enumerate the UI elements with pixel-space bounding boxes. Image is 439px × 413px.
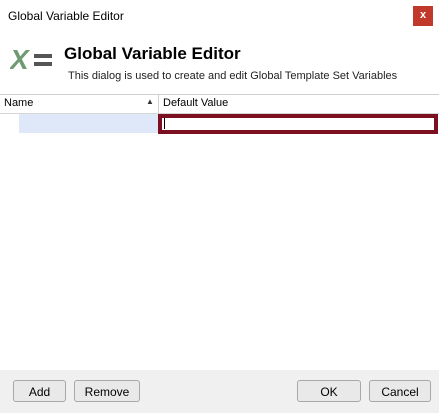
variable-x-equals-icon: X — [10, 44, 52, 74]
svg-text:X: X — [10, 44, 31, 74]
column-header-default-value[interactable]: Default Value — [159, 95, 439, 113]
close-icon: x — [419, 9, 427, 21]
name-cell[interactable] — [19, 114, 159, 133]
dialog-subtitle: This dialog is used to create and edit G… — [68, 70, 398, 82]
text-caret — [164, 118, 165, 129]
dialog-heading: Global Variable Editor — [64, 44, 241, 63]
button-bar: Add Remove OK Cancel — [0, 370, 439, 413]
sort-ascending-icon: ▲ — [146, 97, 154, 106]
title-bar: Global Variable Editor x — [0, 0, 439, 32]
add-button[interactable]: Add — [13, 380, 66, 402]
close-button[interactable]: x — [413, 6, 433, 26]
column-header-default-value-label: Default Value — [163, 97, 229, 109]
cancel-button[interactable]: Cancel — [369, 380, 431, 402]
variables-grid[interactable]: Name ▲ Default Value — [0, 94, 439, 371]
row-selector[interactable] — [0, 114, 19, 133]
column-header-name[interactable]: Name ▲ — [0, 95, 159, 113]
dialog-header: X Global Variable Editor This dialog is … — [0, 32, 439, 92]
table-row[interactable] — [0, 114, 439, 134]
remove-button[interactable]: Remove — [74, 380, 140, 402]
ok-button[interactable]: OK — [297, 380, 361, 402]
window-title: Global Variable Editor — [8, 9, 124, 23]
grid-header: Name ▲ Default Value — [0, 95, 439, 114]
column-header-name-label: Name — [4, 97, 34, 109]
default-value-input[interactable] — [164, 118, 426, 128]
default-value-cell[interactable] — [158, 114, 438, 134]
